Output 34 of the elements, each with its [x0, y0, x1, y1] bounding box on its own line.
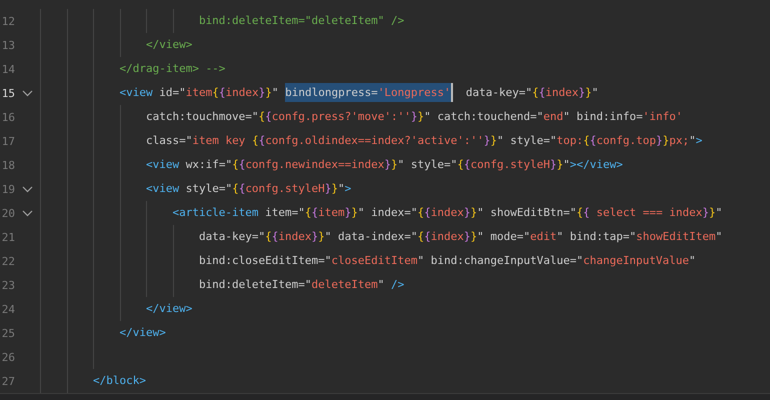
code-line: bind:deleteItem="deleteItem" /> [198, 277, 404, 293]
chevron-down-icon[interactable] [22, 90, 33, 96]
code-line: catch:touchmove="{{confg.press?'move':''}}" catch:touchend="end" bind:info='info' [144, 109, 682, 125]
code-line: </drag-item> --> [118, 61, 226, 77]
line-number: 21 [0, 230, 15, 244]
code-line: class="item key {{confg.oldindex==index?'active':''}}" style="top:{{confg.top}}px;"> [144, 133, 702, 149]
line-number: 15 [0, 86, 15, 100]
line-number: 13 [0, 38, 15, 52]
line-number: 17 [0, 134, 15, 148]
code-line: </view> [118, 325, 166, 341]
chevron-down-icon[interactable] [22, 210, 33, 216]
code-line: </view> [144, 301, 192, 317]
line-number: 23 [0, 278, 15, 292]
chevron-down-icon[interactable] [22, 186, 33, 192]
code-line: data-key="{{index}}" data-index="{{index}}" mode="edit" bind:tap="showEditItem" [198, 229, 722, 245]
code-line: <view style="{{confg.styleH}}"> [144, 181, 352, 197]
line-number: 24 [0, 302, 15, 316]
line-number: 22 [0, 254, 15, 268]
line-number: 14 [0, 62, 15, 76]
line-number: 25 [0, 326, 15, 340]
line-number: 26 [0, 350, 15, 364]
line-number: 18 [0, 158, 15, 172]
line-number: 12 [0, 14, 15, 28]
code-line: <view wx:if="{{confg.newindex==index}}" style="{{confg.styleH}}"></view> [144, 157, 623, 173]
code-line: </view> [144, 37, 192, 53]
line-number: 27 [0, 374, 15, 388]
code-line: bind:closeEditItem="closeEditItem" bind:changeInputValue="changeInputValue" [198, 253, 696, 269]
code-line: </block> [92, 373, 146, 389]
code-line: <view id="item{{index}}" bindlongpress='Longpress' data-key="{{index}}" [40, 84, 598, 102]
line-number: 19 [0, 182, 15, 196]
line-number: 20 [0, 206, 15, 220]
code-line: <article-item item="{{item}}" index="{{index}}" showEditBtn="{{ select === index}}" [171, 205, 722, 221]
line-number: 16 [0, 110, 15, 124]
code-line: bind:deleteItem="deleteItem" /> [198, 13, 404, 29]
